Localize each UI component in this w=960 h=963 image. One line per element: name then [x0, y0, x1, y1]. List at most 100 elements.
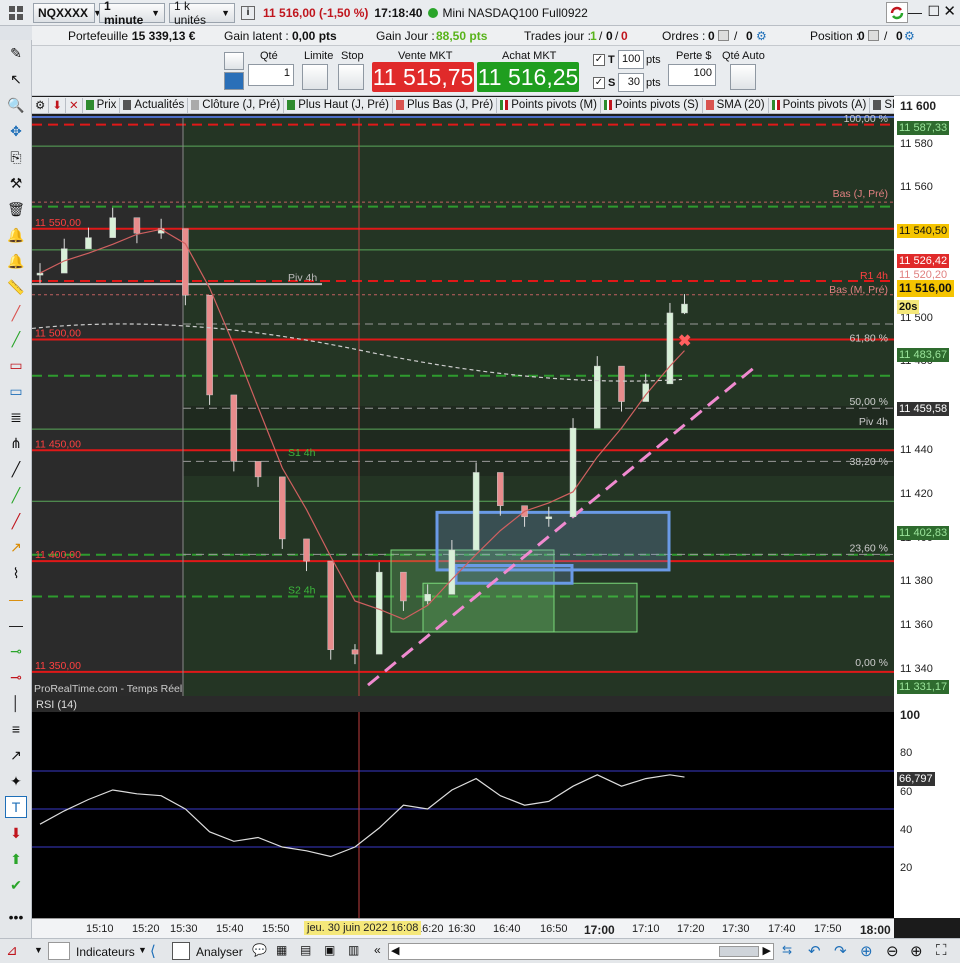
refresh-icon[interactable] — [886, 2, 908, 23]
horizontal-scrollbar[interactable]: ◀ ▶ — [388, 943, 774, 960]
fit-screen-icon[interactable]: ⛶ — [936, 942, 947, 959]
target-input[interactable]: 100 — [618, 50, 644, 69]
zoom-icon[interactable]: 🔍 — [5, 94, 27, 116]
limit-order-button[interactable] — [302, 64, 328, 90]
wrench-icon[interactable] — [224, 52, 244, 70]
info-icon[interactable]: i — [241, 5, 255, 20]
horizontal-red-icon[interactable]: ⊸ — [5, 666, 27, 688]
list-icon[interactable]: ▤ — [300, 943, 311, 957]
calendar-icon[interactable]: ▥ — [348, 943, 359, 957]
horizontal-orange-icon[interactable]: — — [5, 588, 27, 610]
price-chart[interactable]: ✖ 11 550,00 11 500,00 11 450,00 11 400,00 11 … — [32, 96, 894, 696]
fibo-fan-icon[interactable]: ≡ — [5, 718, 27, 740]
scroll-left-arrow-icon[interactable]: ◀ — [391, 944, 399, 957]
undo-icon[interactable]: ↶ — [808, 942, 821, 960]
price-axis[interactable]: 11 600 11 580 11 560 11 500 11 480 11 44… — [894, 96, 960, 696]
legend-down-icon[interactable]: ⬇ — [49, 97, 66, 113]
horizontal-green-icon[interactable]: ⊸ — [5, 640, 27, 662]
pitchfork-icon[interactable]: ⋔ — [5, 432, 27, 454]
chevron-down-icon[interactable]: ▼ — [34, 945, 43, 955]
sell-market-button[interactable]: 11 515,75 — [372, 62, 474, 92]
scroll-left-icon[interactable]: « — [374, 943, 381, 957]
calculator-icon[interactable] — [224, 72, 244, 90]
maximize-icon[interactable]: ☐ — [927, 3, 940, 20]
polyline-icon[interactable]: ⌇ — [5, 562, 27, 584]
cursor-icon[interactable]: ↖ — [5, 68, 27, 90]
instrument-selector[interactable]: NQXXXX ▼ — [33, 2, 102, 23]
legend-item-news[interactable]: Actualités — [120, 97, 189, 113]
legend-item-low[interactable]: Plus Bas (J, Pré) — [393, 97, 498, 113]
tools-icon[interactable]: ⚒ — [5, 172, 27, 194]
legend-item-prix[interactable]: Prix — [83, 97, 121, 113]
close-icon[interactable]: ✕ — [943, 2, 956, 20]
copy-icon[interactable]: ⎘ — [5, 146, 27, 168]
down-arrow-icon[interactable]: ⬇ — [5, 822, 27, 844]
brush-icon[interactable]: ╱ — [5, 302, 27, 324]
move-icon[interactable]: ✥ — [5, 120, 27, 142]
target-checkbox[interactable]: ✓ — [593, 54, 605, 66]
zoom-fit-icon[interactable]: ⊕ — [860, 942, 873, 960]
rectangle-icon[interactable]: ▭ — [5, 354, 27, 376]
legend-settings-icon[interactable]: ⚙ — [32, 97, 50, 113]
chevron-down-icon[interactable]: ▼ — [138, 945, 147, 955]
legend-item-pivots-a[interactable]: Points pivots (A) — [769, 97, 871, 113]
horizontal-line-icon[interactable]: — — [5, 614, 27, 636]
legend-item-close[interactable]: Clôture (J, Pré) — [188, 97, 285, 113]
stop-checkbox[interactable]: ✓ — [593, 77, 605, 89]
legend-close-icon[interactable]: ✕ — [66, 97, 83, 113]
menu-grid-icon[interactable] — [3, 2, 29, 24]
indicators-button[interactable]: Indicateurs — [76, 945, 135, 959]
share-icon[interactable]: ⟨ — [150, 942, 156, 960]
red-line-icon[interactable]: ╱ — [5, 510, 27, 532]
ruler-icon[interactable]: 📏 — [5, 276, 27, 298]
up-arrow-icon[interactable]: ⬆ — [5, 848, 27, 870]
text-icon[interactable]: T — [5, 796, 27, 818]
stop-order-button[interactable] — [338, 64, 364, 90]
units-selector[interactable]: 1 k unités ▼ — [169, 0, 235, 27]
alert-icon[interactable]: 🔔 — [5, 224, 27, 246]
sync-icon[interactable]: ⇆ — [782, 943, 792, 957]
arrow-icon[interactable]: ↗ — [5, 536, 27, 558]
orders-cancel-icon[interactable] — [718, 30, 729, 41]
orders-settings-icon[interactable]: ⚙ — [756, 29, 767, 43]
screener-icon[interactable]: ▣ — [324, 943, 335, 957]
redo-icon[interactable]: ↷ — [834, 942, 847, 960]
indicators-icon[interactable] — [48, 942, 70, 960]
trash-icon[interactable]: 🗑 — [5, 198, 27, 220]
scroll-right-arrow-icon[interactable]: ▶ — [763, 944, 771, 957]
check-icon[interactable]: ✔ — [5, 874, 27, 896]
chat-icon[interactable]: 💬 — [252, 943, 267, 957]
auto-qty-button[interactable] — [730, 64, 756, 90]
analyze-icon[interactable] — [172, 942, 190, 960]
more-icon[interactable]: ••• — [5, 906, 27, 928]
vertical-line-icon[interactable]: │ — [5, 692, 27, 714]
minimize-icon[interactable]: — — [908, 4, 922, 20]
time-axis[interactable]: 15:10 15:20 15:30 15:40 15:50 16:20 16:3… — [32, 918, 894, 938]
legend-item-high[interactable]: Plus Haut (J, Pré) — [284, 97, 393, 113]
bell-icon[interactable]: 🔔 — [5, 250, 27, 272]
qty-input[interactable]: 1 — [248, 64, 294, 86]
trendline-icon[interactable]: ╱ — [5, 458, 27, 480]
scrollbar-thumb[interactable] — [719, 946, 759, 957]
sparkle-icon[interactable]: ✦ — [5, 770, 27, 792]
buy-market-button[interactable]: 11 516,25 — [477, 62, 579, 92]
line-tool-icon[interactable]: ╱ — [5, 328, 27, 350]
stop-loss-input[interactable]: 30 — [618, 73, 644, 92]
loss-input[interactable]: 100 — [668, 64, 716, 86]
channel-icon[interactable]: ▭ — [5, 380, 27, 402]
legend-item-sma20[interactable]: SMA (20) — [703, 97, 769, 113]
chart-panel[interactable]: ✖ 11 550,00 11 500,00 11 450,00 11 400,00 11 … — [32, 96, 960, 938]
rsi-axis[interactable]: 100 80 60 40 20 66,797 — [894, 696, 960, 918]
chart-layout-icon[interactable]: ⊿ — [6, 942, 28, 960]
arrow-line-icon[interactable]: ↗ — [5, 744, 27, 766]
pencil-icon[interactable]: ✎ — [5, 42, 27, 64]
analyze-button[interactable]: Analyser — [196, 945, 243, 959]
green-line-icon[interactable]: ╱ — [5, 484, 27, 506]
zoom-in-icon[interactable]: ⊕ — [910, 942, 923, 960]
fibonacci-icon[interactable]: ≣ — [5, 406, 27, 428]
position-close-icon[interactable] — [868, 30, 879, 41]
table-icon[interactable]: ▦ — [276, 943, 287, 957]
rsi-chart[interactable]: RSI (14) — [32, 696, 894, 918]
legend-item-pivots-m[interactable]: Points pivots (M) — [497, 97, 601, 113]
position-settings-icon[interactable]: ⚙ — [904, 29, 915, 43]
